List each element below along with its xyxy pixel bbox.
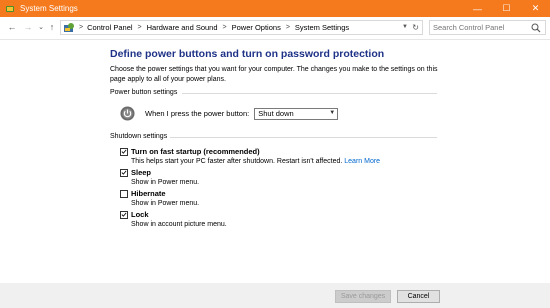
power-options-app-icon [6, 5, 14, 12]
group-divider [170, 137, 437, 138]
shutdown-settings-label: Shutdown settings [110, 133, 168, 140]
learn-more-link[interactable]: Learn More [344, 158, 380, 165]
checkmark-icon [121, 170, 127, 175]
search-box[interactable] [429, 20, 546, 35]
checkmark-icon [121, 212, 127, 217]
hibernate-description: Show in Power menu. [131, 200, 200, 207]
footer-bar: Save changes Cancel [0, 283, 550, 308]
fast-startup-title: Turn on fast startup (recommended) [131, 147, 260, 156]
breadcrumb-hardware-and-sound[interactable]: Hardware and Sound [147, 23, 218, 32]
search-input[interactable] [433, 23, 528, 32]
breadcrumb-power-options[interactable]: Power Options [232, 23, 281, 32]
close-button[interactable]: ✕ [521, 0, 550, 17]
up-button[interactable]: ↑ [46, 21, 58, 33]
lock-description: Show in account picture menu. [131, 221, 227, 228]
control-panel-icon [64, 22, 74, 32]
sleep-option[interactable]: Sleep [120, 168, 151, 177]
navigation-bar: ← → ⌄ ↑ > Control Panel > Hardware and S… [0, 17, 550, 40]
power-button-icon [120, 106, 135, 121]
save-changes-button[interactable]: Save changes [335, 290, 391, 303]
checkmark-icon [121, 149, 127, 154]
power-button-action-select[interactable]: Shut down ▼ [254, 107, 339, 120]
fast-startup-description: This helps start your PC faster after sh… [131, 158, 380, 165]
hibernate-title: Hibernate [131, 189, 166, 198]
breadcrumb-separator: > [137, 24, 142, 31]
breadcrumb-control-panel[interactable]: Control Panel [87, 23, 132, 32]
breadcrumb-separator: > [222, 24, 227, 31]
sleep-title: Sleep [131, 168, 152, 177]
breadcrumb-separator: > [79, 24, 84, 31]
cancel-button[interactable]: Cancel [397, 290, 440, 303]
lock-title: Lock [131, 210, 149, 219]
page-description: Choose the power settings that you want … [110, 66, 438, 83]
minimize-button[interactable]: — [463, 0, 492, 17]
power-button-action-label: When I press the power button: [145, 109, 250, 118]
group-divider [182, 93, 437, 94]
refresh-icon[interactable]: ↻ [412, 23, 419, 32]
sleep-description: Show in Power menu. [131, 179, 200, 186]
hibernate-checkbox[interactable] [120, 189, 128, 198]
search-icon[interactable] [531, 23, 541, 33]
lock-option[interactable]: Lock [120, 210, 149, 219]
forward-button[interactable]: → [22, 21, 34, 33]
address-bar[interactable]: > Control Panel > Hardware and Sound > P… [60, 20, 423, 35]
window-title: System Settings [20, 4, 78, 13]
power-button-row: When I press the power button: Shut down… [120, 106, 339, 121]
chevron-down-icon: ▼ [329, 109, 336, 116]
breadcrumb-separator: > [285, 24, 290, 31]
fast-startup-checkbox[interactable] [120, 147, 128, 156]
fast-startup-desc-text: This helps start your PC faster after sh… [131, 158, 343, 165]
power-button-action-value: Shut down [258, 109, 294, 118]
fast-startup-option[interactable]: Turn on fast startup (recommended) [120, 147, 260, 156]
lock-checkbox[interactable] [120, 210, 128, 219]
maximize-button[interactable]: ☐ [492, 0, 521, 17]
page-title: Define power buttons and turn on passwor… [110, 48, 385, 60]
power-button-settings-label: Power button settings [110, 89, 178, 96]
sleep-checkbox[interactable] [120, 168, 128, 177]
address-dropdown-icon[interactable]: ▼ [402, 24, 408, 30]
back-button[interactable]: ← [6, 21, 18, 33]
title-bar: System Settings — ☐ ✕ [0, 0, 550, 17]
breadcrumb-system-settings[interactable]: System Settings [295, 23, 349, 32]
hibernate-option[interactable]: Hibernate [120, 189, 166, 198]
